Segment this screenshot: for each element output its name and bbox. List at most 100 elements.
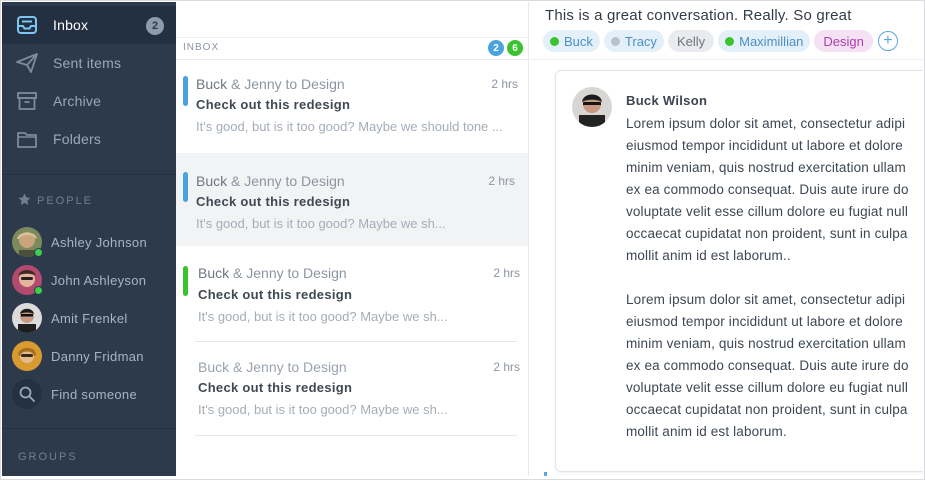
scroll-indicator [544, 472, 547, 476]
message-sender: Buck & Jenny to Design [198, 265, 347, 281]
unread-indicator [183, 266, 188, 296]
online-status-dot [34, 248, 43, 257]
count-badge-green: 6 [507, 40, 523, 56]
tag-label: Design [823, 33, 864, 49]
person-name: Danny Fridman [51, 348, 144, 364]
tag-maximillian[interactable]: Maximillian [718, 30, 811, 52]
person-name: John Ashleyson [51, 272, 147, 288]
message-paragraph: Lorem ipsum dolor sit amet, consectetur … [626, 292, 909, 439]
search-icon [12, 379, 42, 409]
nav-inbox[interactable]: Inbox 2 [2, 6, 176, 44]
tag-kelly[interactable]: Kelly [667, 30, 715, 52]
archive-box-icon [16, 90, 38, 112]
groups-heading-label: GROUPS [18, 451, 78, 463]
tag-design[interactable]: Design [814, 30, 873, 52]
nav-folders-label: Folders [53, 131, 102, 147]
nav-folders[interactable]: Folders [2, 120, 176, 158]
person-amit-frenkel[interactable]: Amit Frenkel [2, 299, 176, 337]
find-someone-label: Find someone [51, 386, 137, 402]
avatar [12, 303, 42, 333]
message-preview: It's good, but is it too good? Maybe we … [196, 216, 446, 231]
message-time: 2 hrs [491, 77, 518, 91]
unread-indicator [183, 76, 188, 106]
avatar [12, 265, 43, 295]
avatar [12, 227, 43, 257]
divider [530, 59, 923, 60]
star-icon [18, 193, 31, 209]
message-subject: Check out this redesign [196, 97, 351, 112]
message-recipients: & Jenny to Design [229, 265, 347, 281]
inbox-list-header: INBOX [183, 42, 220, 53]
message-sender-name: Buck [198, 359, 230, 375]
unread-indicator [183, 172, 188, 202]
message-sender: Buck & Jenny to Design [196, 76, 345, 92]
tag-label: Maximillian [739, 33, 804, 49]
folder-icon [16, 128, 38, 150]
nav-inbox-label: Inbox [53, 17, 89, 33]
inbox-count-badge: 2 [146, 17, 164, 35]
participant-tags: Buck Tracy Kelly Maximillian Design + [543, 30, 898, 52]
nav-archive-label: Archive [53, 93, 102, 109]
online-status-dot [550, 36, 559, 46]
sidebar: Inbox 2 Sent items Archive Folders PEOPL… [2, 2, 176, 476]
tag-label: Kelly [676, 33, 706, 49]
nav-sent-items-label: Sent items [53, 55, 122, 71]
message-subject: Check out this redesign [196, 194, 351, 209]
message-preview: It's good, but is it too good? Maybe we … [198, 309, 448, 324]
sidebar-divider [2, 428, 176, 429]
message-preview: It's good, but is it too good? Maybe we … [198, 402, 448, 417]
message-subject: Check out this redesign [198, 380, 353, 395]
divider [195, 435, 517, 436]
message-sender-name: Buck [198, 265, 230, 281]
message-card: Buck Wilson Lorem ipsum dolor sit amet, … [555, 70, 923, 472]
find-someone-button[interactable]: Find someone [2, 375, 176, 413]
tag-buck[interactable]: Buck [543, 30, 600, 52]
avatar [572, 87, 612, 127]
list-item[interactable]: Buck & Jenny to Design 2 hrs Check out t… [176, 247, 528, 340]
count-badge-blue: 2 [488, 40, 504, 56]
nav-archive[interactable]: Archive [2, 82, 176, 120]
nav-sent-items[interactable]: Sent items [2, 44, 176, 82]
person-john-ashleyson[interactable]: John Ashleyson [2, 261, 176, 299]
message-list: INBOX 2 6 Buck & Jenny to Design 2 hrs C… [176, 2, 529, 476]
list-item[interactable]: Buck & Jenny to Design 2 hrs Check out t… [176, 60, 528, 153]
message-recipients: & Jenny to Design [229, 359, 347, 375]
message-paragraph: Lorem ipsum dolor sit amet, consectetur … [626, 116, 909, 263]
tag-tracy[interactable]: Tracy [603, 30, 664, 52]
person-name: Amit Frenkel [51, 310, 128, 326]
message-author: Buck Wilson [626, 93, 708, 108]
message-sender: Buck & Jenny to Design [198, 359, 347, 375]
avatar [12, 341, 42, 371]
people-heading-label: PEOPLE [37, 195, 94, 207]
message-time: 2 hrs [488, 174, 515, 188]
conversation-pane: This is a great conversation. Really. So… [530, 2, 923, 476]
paper-plane-icon [16, 52, 38, 74]
message-sender-name: Buck [196, 173, 228, 189]
message-sender: Buck & Jenny to Design [196, 173, 345, 189]
person-name: Ashley Johnson [51, 234, 147, 250]
add-participant-button[interactable]: + [877, 31, 898, 51]
offline-status-dot [610, 36, 620, 46]
message-recipients: & Jenny to Design [227, 173, 345, 189]
unread-counts: 2 6 [488, 40, 523, 56]
conversation-title: This is a great conversation. Really. So… [545, 7, 852, 24]
message-time: 2 hrs [493, 360, 520, 374]
online-status-dot [34, 286, 43, 295]
groups-heading: GROUPS [18, 451, 78, 463]
message-body: Lorem ipsum dolor sit amet, consectetur … [626, 113, 923, 465]
list-item[interactable]: Buck & Jenny to Design 2 hrs Check out t… [176, 342, 528, 435]
list-toolbar [176, 2, 528, 38]
tag-label: Tracy [624, 33, 657, 49]
message-time: 2 hrs [493, 266, 520, 280]
message-sender-name: Buck [196, 76, 228, 92]
sidebar-divider [2, 174, 176, 175]
person-ashley-johnson[interactable]: Ashley Johnson [2, 223, 176, 261]
message-recipients: & Jenny to Design [227, 76, 345, 92]
inbox-icon [16, 14, 38, 36]
list-item[interactable]: Buck & Jenny to Design 2 hrs Check out t… [176, 153, 528, 246]
person-danny-fridman[interactable]: Danny Fridman [2, 337, 176, 375]
people-heading: PEOPLE [18, 193, 93, 209]
tag-label: Buck [564, 33, 593, 49]
message-preview: It's good, but is it too good? Maybe we … [196, 119, 503, 134]
online-status-dot [725, 36, 735, 46]
